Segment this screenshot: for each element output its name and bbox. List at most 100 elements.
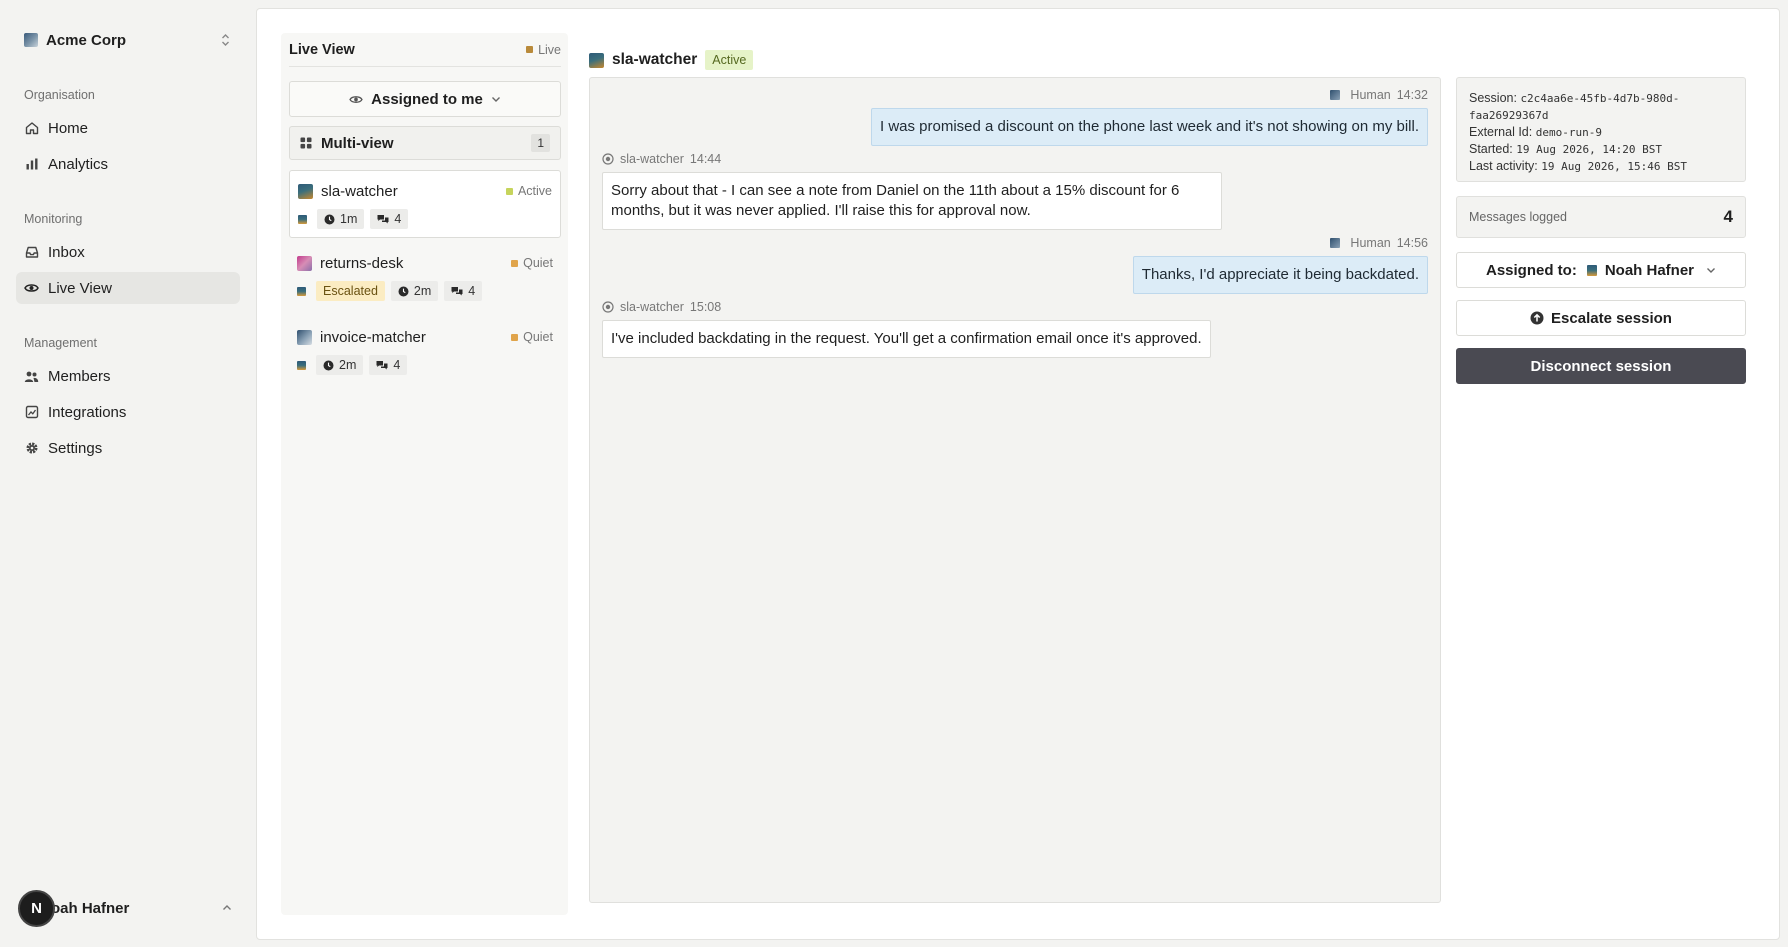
- eye-icon: [349, 94, 363, 105]
- external-id: demo-run-9: [1535, 126, 1602, 139]
- message-meta: sla-watcher 15:08: [602, 300, 721, 314]
- session-id-cont: faa26929367d: [1469, 109, 1549, 122]
- inbox-icon: [24, 245, 39, 260]
- message-time: 14:56: [1396, 236, 1428, 250]
- clock-icon: [323, 360, 334, 370]
- integrations-icon: [24, 405, 39, 420]
- sidebar-item-label: Home: [48, 119, 89, 137]
- chat-header: sla-watcher Active: [589, 47, 754, 73]
- chat-bubbles-icon: [377, 214, 389, 223]
- sidebar-item-label: Integrations: [48, 403, 127, 421]
- agent-status: Quiet: [511, 256, 553, 270]
- assigned-to-name: Noah Hafner: [1604, 261, 1695, 279]
- agent-card-sla-watcher[interactable]: sla-watcher Active 1m 4: [289, 170, 561, 238]
- agent-status-label: Active: [517, 184, 552, 198]
- eye-icon: [24, 281, 39, 296]
- agent-status-label: Quiet: [523, 330, 553, 344]
- session-label: Session:: [1469, 91, 1517, 105]
- time-value: 2m: [413, 284, 432, 298]
- messages-value: 4: [468, 284, 476, 298]
- live-indicator: Live: [526, 43, 561, 57]
- sidebar-item-live-view[interactable]: Live View: [16, 272, 240, 304]
- sidebar-item-analytics[interactable]: Analytics: [16, 148, 240, 180]
- sidebar-item-members[interactable]: Members: [16, 360, 240, 392]
- live-list-header: Live View Live: [289, 39, 561, 67]
- disconnect-session-button[interactable]: Disconnect session: [1456, 348, 1746, 384]
- users-icon: [24, 369, 39, 384]
- session-info: Session: c2c4aa6e-45fb-4d7b-980d- faa269…: [1456, 77, 1746, 182]
- agent-status: Quiet: [511, 330, 553, 344]
- assignee-avatar-icon: [1586, 264, 1597, 276]
- main-panel: Live View Live Assigned to me Multi-view…: [256, 8, 1780, 940]
- grid-icon: [300, 137, 312, 149]
- multi-view-button[interactable]: Multi-view 1: [289, 126, 561, 160]
- message-author: sla-watcher: [620, 300, 684, 314]
- time-value: 1m: [340, 212, 358, 226]
- sidebar: Acme Corp Organisation Home Analytics Mo…: [0, 0, 255, 947]
- human-avatar-icon: [1330, 238, 1341, 248]
- sidebar-item-home[interactable]: Home: [16, 112, 240, 144]
- escalate-session-button[interactable]: Escalate session: [1456, 300, 1746, 336]
- gear-icon: [24, 441, 39, 456]
- user-menu[interactable]: N oah Hafner: [18, 889, 240, 927]
- sidebar-item-label: Live View: [48, 279, 112, 297]
- message-time: 14:44: [689, 152, 722, 166]
- bar-chart-icon: [24, 157, 39, 172]
- time-pill: 2m: [390, 281, 439, 301]
- message-time: 14:32: [1396, 88, 1428, 102]
- home-icon: [24, 121, 39, 136]
- chevron-updown-icon: [221, 33, 230, 47]
- message-meta: sla-watcher 14:44: [602, 152, 721, 166]
- live-list: Live View Live Assigned to me Multi-view…: [281, 33, 568, 915]
- agent-avatar-icon: [297, 329, 312, 345]
- chat-bubbles-icon: [451, 286, 463, 295]
- channel-icon: [297, 360, 306, 370]
- agent-name: returns-desk: [320, 254, 404, 272]
- chevron-down-icon: [1707, 267, 1716, 273]
- sidebar-item-settings[interactable]: Settings: [16, 432, 240, 464]
- agent-status-label: Quiet: [523, 256, 553, 270]
- sidebar-item-label: Members: [48, 367, 111, 385]
- messages-pill: 4: [370, 209, 409, 229]
- session-id: c2c4aa6e-45fb-4d7b-980d-: [1520, 92, 1680, 105]
- messages-pill: 4: [369, 355, 408, 375]
- agent-card-returns-desk[interactable]: returns-desk Quiet Escalated 2m 4: [289, 243, 561, 311]
- last-activity-label: Last activity:: [1469, 159, 1538, 173]
- sidebar-item-label: Settings: [48, 439, 103, 457]
- messages-logged: Messages logged 4: [1456, 196, 1746, 238]
- assigned-filter-label: Assigned to me: [371, 90, 483, 108]
- multi-view-count: 1: [531, 134, 550, 152]
- chat-transcript[interactable]: Human 14:32 I was promised a discount on…: [589, 77, 1441, 903]
- sidebar-item-label: Analytics: [48, 155, 109, 173]
- multi-view-label: Multi-view: [321, 134, 394, 152]
- chevron-down-icon: [491, 96, 501, 103]
- clock-icon: [324, 214, 335, 224]
- sidebar-item-inbox[interactable]: Inbox: [16, 236, 240, 268]
- sidebar-item-integrations[interactable]: Integrations: [16, 396, 240, 428]
- status-dot-icon: [511, 333, 519, 341]
- message-meta: Human 14:56: [1330, 236, 1428, 250]
- org-switcher[interactable]: Acme Corp: [16, 24, 238, 56]
- messages-value: 4: [394, 212, 402, 226]
- last-activity-value: 19 Aug 2026, 15:46 BST: [1541, 160, 1687, 173]
- started-value: 19 Aug 2026, 14:20 BST: [1516, 143, 1662, 156]
- message-author: sla-watcher: [620, 152, 684, 166]
- live-indicator-label: Live: [538, 42, 561, 57]
- message-bubble-bot: I've included backdating in the request.…: [602, 320, 1211, 358]
- chat-agent-name: sla-watcher: [612, 51, 698, 68]
- message-bubble-human: Thanks, I'd appreciate it being backdate…: [1132, 256, 1428, 294]
- agent-avatar-icon: [589, 52, 604, 68]
- time-pill: 2m: [316, 355, 364, 375]
- agent-avatar-icon: [297, 255, 312, 271]
- channel-icon: [297, 286, 306, 296]
- assigned-filter-dropdown[interactable]: Assigned to me: [289, 81, 561, 117]
- time-pill: 1m: [317, 209, 365, 229]
- messages-pill: 4: [444, 281, 483, 301]
- live-dot-icon: [526, 46, 534, 53]
- assignee-dropdown[interactable]: Assigned to: Noah Hafner: [1456, 252, 1746, 288]
- assigned-to-label: Assigned to:: [1485, 261, 1577, 279]
- escalate-label: Escalate session: [1551, 309, 1672, 327]
- human-avatar-icon: [1330, 90, 1341, 100]
- agent-card-invoice-matcher[interactable]: invoice-matcher Quiet 2m 4: [289, 317, 561, 385]
- started-label: Started:: [1469, 142, 1513, 156]
